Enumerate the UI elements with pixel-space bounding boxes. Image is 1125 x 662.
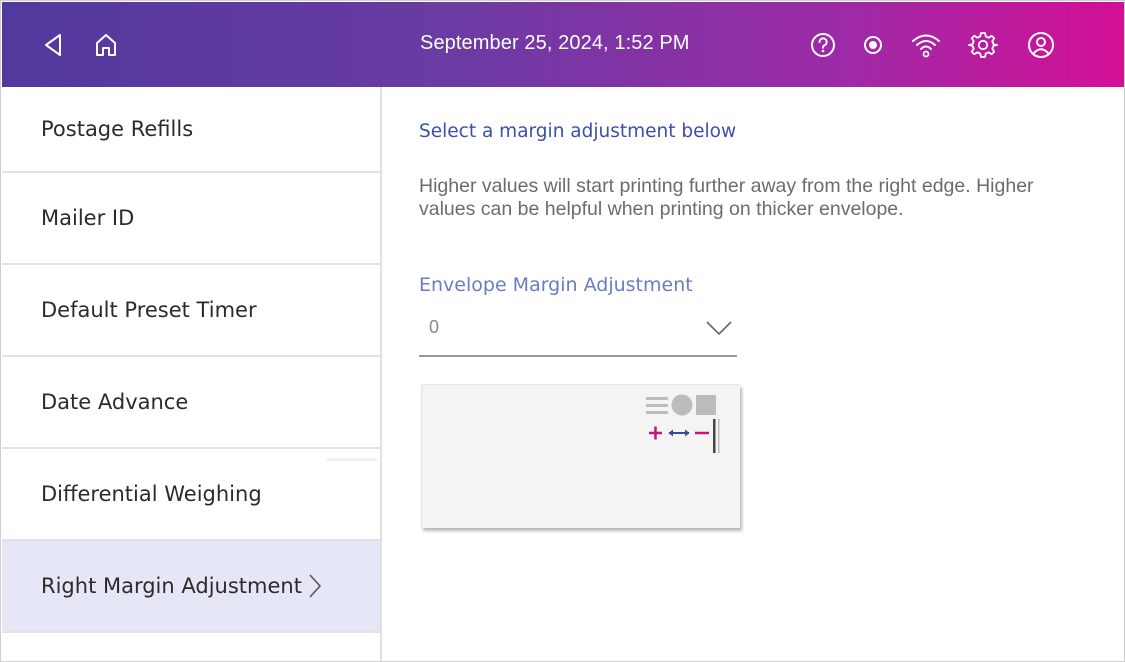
chevron-right-icon bbox=[308, 573, 322, 599]
edge-marker-icon bbox=[713, 419, 716, 453]
envelope-preview bbox=[421, 384, 740, 528]
sidebar-item-date-advance[interactable]: Date Advance bbox=[2, 357, 380, 449]
description-text: Higher values will start printing furthe… bbox=[419, 175, 1034, 220]
sidebar-item-label: Postage Refills bbox=[41, 117, 194, 141]
account-icon[interactable] bbox=[1023, 27, 1059, 63]
seal-circle-icon bbox=[671, 394, 693, 416]
main-panel: Select a margin adjustment below Higher … bbox=[382, 87, 1124, 661]
sidebar-item-label: Right Margin Adjustment bbox=[41, 574, 302, 598]
home-icon[interactable] bbox=[88, 27, 124, 63]
datetime-display: September 25, 2024, 1:52 PM bbox=[420, 32, 690, 54]
stamp-square-icon bbox=[696, 395, 716, 415]
sidebar-item-label: Date Advance bbox=[41, 390, 189, 414]
sidebar-item-default-preset-timer[interactable]: Default Preset Timer bbox=[2, 265, 380, 357]
decorative-shadow bbox=[327, 458, 377, 461]
help-icon[interactable] bbox=[805, 27, 841, 63]
wifi-icon[interactable] bbox=[908, 27, 944, 63]
envelope-margin-label: Envelope Margin Adjustment bbox=[419, 274, 693, 296]
dropdown-value: 0 bbox=[429, 317, 440, 337]
envelope-margin-dropdown[interactable]: 0 bbox=[419, 313, 737, 357]
sidebar-item-label: Default Preset Timer bbox=[41, 298, 257, 322]
device-screen: September 25, 2024, 1:52 PM Postage Refi… bbox=[0, 0, 1125, 662]
sidebar-item-postage-refills[interactable]: Postage Refills bbox=[2, 87, 380, 173]
settings-sidebar: Postage Refills Mailer ID Default Preset… bbox=[2, 87, 382, 661]
address-lines-icon bbox=[646, 397, 668, 400]
plus-icon bbox=[649, 426, 662, 440]
sidebar-item-label: Mailer ID bbox=[41, 206, 135, 230]
section-title: Select a margin adjustment below bbox=[419, 121, 737, 142]
sidebar-item-differential-weighing[interactable]: Differential Weighing bbox=[2, 449, 380, 541]
sidebar-item-right-margin-adjustment[interactable]: Right Margin Adjustment bbox=[2, 541, 380, 633]
top-bar: September 25, 2024, 1:52 PM bbox=[2, 2, 1124, 87]
sidebar-item-mailer-id[interactable]: Mailer ID bbox=[2, 173, 380, 265]
back-icon[interactable] bbox=[35, 27, 71, 63]
status-dot-icon[interactable] bbox=[855, 27, 891, 63]
margin-illustration bbox=[646, 393, 740, 469]
sidebar-item-label: Differential Weighing bbox=[41, 482, 262, 506]
settings-icon[interactable] bbox=[965, 27, 1001, 63]
chevron-down-icon bbox=[705, 319, 733, 341]
